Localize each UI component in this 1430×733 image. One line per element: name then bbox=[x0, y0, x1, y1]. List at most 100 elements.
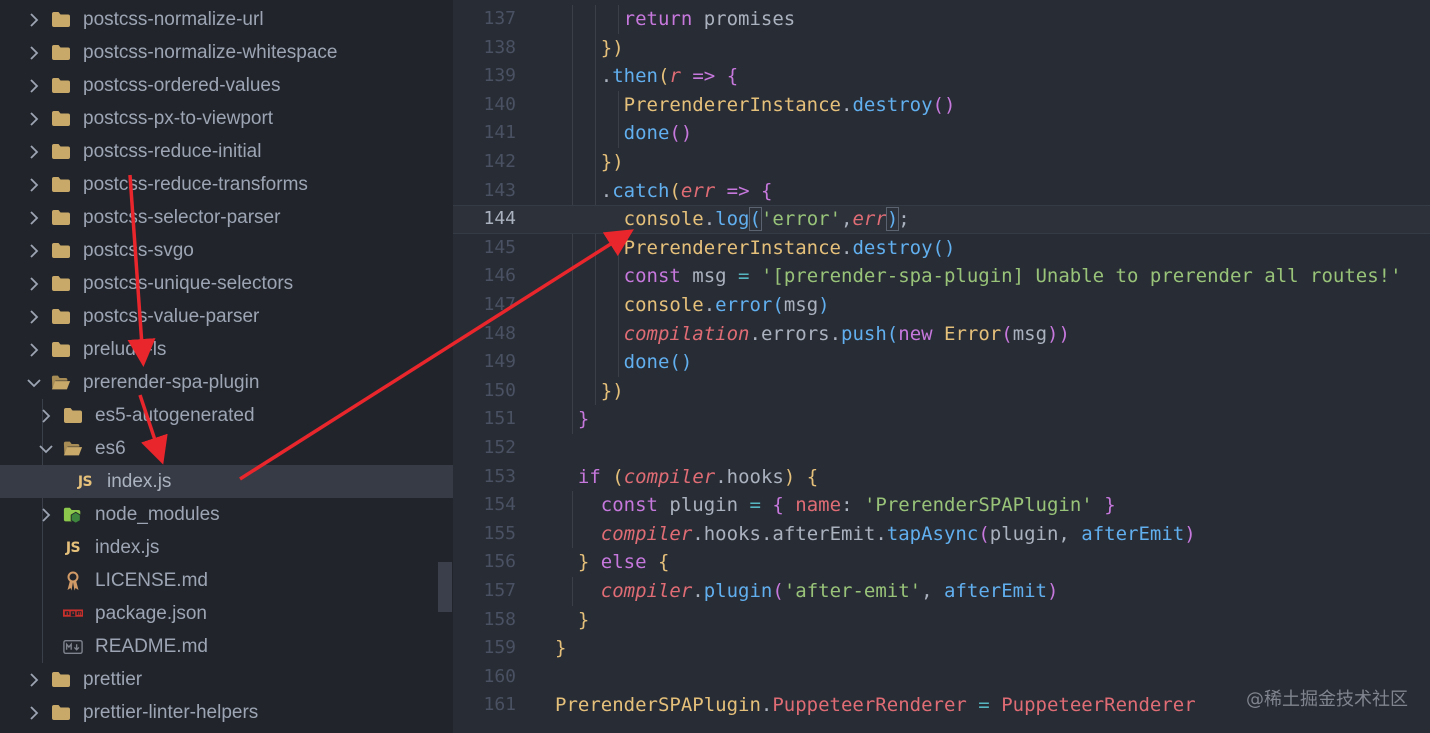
folder-row[interactable]: postcss-unique-selectors bbox=[0, 267, 453, 300]
chevron-right-icon[interactable] bbox=[21, 300, 47, 333]
code-token: . bbox=[749, 322, 761, 345]
folder-row[interactable]: es5-autogenerated bbox=[0, 399, 453, 432]
chevron-right-icon[interactable] bbox=[33, 498, 59, 531]
code-editor[interactable]: 137 return promises 138 }) 139 .then(r => … bbox=[453, 0, 1430, 733]
code-line[interactable]: 145 PrerendererInstance.destroy() bbox=[453, 234, 1430, 263]
folder-row[interactable]: postcss-ordered-values bbox=[0, 69, 453, 102]
line-number: 148 bbox=[483, 322, 516, 344]
code-line[interactable]: 139 .then(r => { bbox=[453, 62, 1430, 91]
code-line[interactable]: 149 done() bbox=[453, 348, 1430, 377]
explorer-scrollbar[interactable] bbox=[438, 562, 452, 612]
folder-row[interactable]: postcss-selector-parser bbox=[0, 201, 453, 234]
folder-row[interactable]: es6 bbox=[0, 432, 453, 465]
code-line[interactable]: 159} bbox=[453, 634, 1430, 663]
code-text: PrerenderSPAPlugin.PuppeteerRenderer = P… bbox=[555, 691, 1196, 720]
folder-row[interactable]: prettier bbox=[0, 663, 453, 696]
code-token: . bbox=[692, 580, 704, 602]
code-line[interactable]: 154 const plugin = { name: 'PrerenderSPA… bbox=[453, 491, 1430, 520]
folder-row[interactable]: postcss-normalize-whitespace bbox=[0, 36, 453, 69]
code-token: }) bbox=[600, 36, 624, 59]
chevron-right-icon[interactable] bbox=[21, 333, 47, 366]
code-line[interactable]: 156 } else { bbox=[453, 548, 1430, 577]
code-line[interactable]: 151 } bbox=[453, 405, 1430, 434]
code-line[interactable]: 147 console.error(msg) bbox=[453, 291, 1430, 320]
code-token: afterEmit bbox=[772, 522, 876, 545]
folder-row[interactable]: postcss-normalize-url bbox=[0, 3, 453, 36]
code-token: '[prerender-spa-plugin] Unable to preren… bbox=[760, 265, 1402, 288]
line-number: 141 bbox=[483, 122, 516, 144]
folder-icon bbox=[51, 307, 71, 327]
code-token: ( bbox=[978, 522, 990, 545]
chevron-right-icon[interactable] bbox=[21, 234, 47, 267]
folder-row[interactable]: postcss-svgo bbox=[0, 234, 453, 267]
code-line[interactable]: 155 compiler.hooks.afterEmit.tapAsync(pl… bbox=[453, 520, 1430, 549]
code-token: ) bbox=[818, 294, 830, 316]
code-line[interactable]: 152 bbox=[453, 434, 1430, 463]
chevron-right-icon[interactable] bbox=[21, 3, 47, 36]
folder-row[interactable]: postcss-value-parser bbox=[0, 300, 453, 333]
code-line[interactable]: 137 return promises bbox=[453, 5, 1430, 34]
chevron-right-icon[interactable] bbox=[33, 399, 59, 432]
chevron-right-icon[interactable] bbox=[21, 267, 47, 300]
chevron-right-icon[interactable] bbox=[21, 201, 47, 234]
tree-item-label: index.js bbox=[107, 470, 172, 492]
file-row[interactable]: LICENSE.md bbox=[0, 564, 453, 597]
code-line[interactable]: 144 console.log('error',err); bbox=[453, 205, 1430, 234]
node-modules-folder-icon bbox=[63, 505, 83, 525]
code-line[interactable]: 142 }) bbox=[453, 148, 1430, 177]
code-text: .then(r => { bbox=[555, 62, 738, 91]
code-line[interactable]: 138 }) bbox=[453, 34, 1430, 63]
code-token: ( bbox=[772, 580, 784, 602]
chevron-right-icon[interactable] bbox=[21, 102, 47, 135]
line-number: 139 bbox=[483, 65, 516, 87]
line-number: 145 bbox=[483, 236, 516, 258]
chevron-down-icon[interactable] bbox=[21, 366, 47, 399]
chevron-right-icon[interactable] bbox=[21, 168, 47, 201]
code-line[interactable]: 146 const msg = '[prerender-spa-plugin] … bbox=[453, 262, 1430, 291]
chevron-right-icon[interactable] bbox=[21, 663, 47, 696]
folder-row[interactable]: postcss-reduce-transforms bbox=[0, 168, 453, 201]
folder-row[interactable]: prelude-ls bbox=[0, 333, 453, 366]
chevron-right-icon[interactable] bbox=[21, 135, 47, 168]
folder-row[interactable]: prerender-spa-plugin bbox=[0, 366, 453, 399]
folder-row[interactable]: node_modules bbox=[0, 498, 453, 531]
chevron-right-icon[interactable] bbox=[21, 696, 47, 729]
folder-row[interactable]: postcss-px-to-viewport bbox=[0, 102, 453, 135]
file-row[interactable]: README.md bbox=[0, 630, 453, 663]
code-text: } else { bbox=[555, 548, 670, 577]
chevron-down-icon[interactable] bbox=[33, 432, 59, 465]
npm-package-icon bbox=[63, 604, 83, 624]
code-token: msg bbox=[783, 294, 819, 316]
code-line[interactable]: 143 .catch(err => { bbox=[453, 177, 1430, 206]
code-token: compiler bbox=[623, 465, 716, 488]
code-line[interactable]: 140 PrerendererInstance.destroy() bbox=[453, 91, 1430, 120]
code-line[interactable]: 150 }) bbox=[453, 377, 1430, 406]
code-token: compilation bbox=[623, 322, 750, 345]
chevron-right-icon[interactable] bbox=[21, 36, 47, 69]
code-token: ) bbox=[783, 465, 796, 488]
file-row[interactable]: package.json bbox=[0, 597, 453, 630]
file-explorer: postcss-normalize-url postcss-normalize-w… bbox=[0, 0, 453, 733]
code-line[interactable]: 141 done() bbox=[453, 119, 1430, 148]
chevron-right-icon[interactable] bbox=[21, 69, 47, 102]
code-text: } bbox=[555, 606, 589, 635]
code-line[interactable]: 158 } bbox=[453, 606, 1430, 635]
code-token: name bbox=[795, 494, 842, 517]
folder-row[interactable]: postcss-reduce-initial bbox=[0, 135, 453, 168]
file-row[interactable]: JS index.js bbox=[0, 465, 453, 498]
code-line[interactable]: 148 compilation.errors.push(new Error(ms… bbox=[453, 320, 1430, 349]
code-line[interactable]: 157 compiler.plugin('after-emit', afterE… bbox=[453, 577, 1430, 606]
folder-row[interactable]: prettier-linter-helpers bbox=[0, 696, 453, 729]
code-token: done bbox=[623, 122, 670, 145]
code-token: () bbox=[932, 236, 956, 259]
code-line[interactable]: 153 if (compiler.hooks) { bbox=[453, 463, 1430, 492]
line-number: 161 bbox=[483, 694, 516, 716]
file-row[interactable]: JS index.js bbox=[0, 531, 453, 564]
